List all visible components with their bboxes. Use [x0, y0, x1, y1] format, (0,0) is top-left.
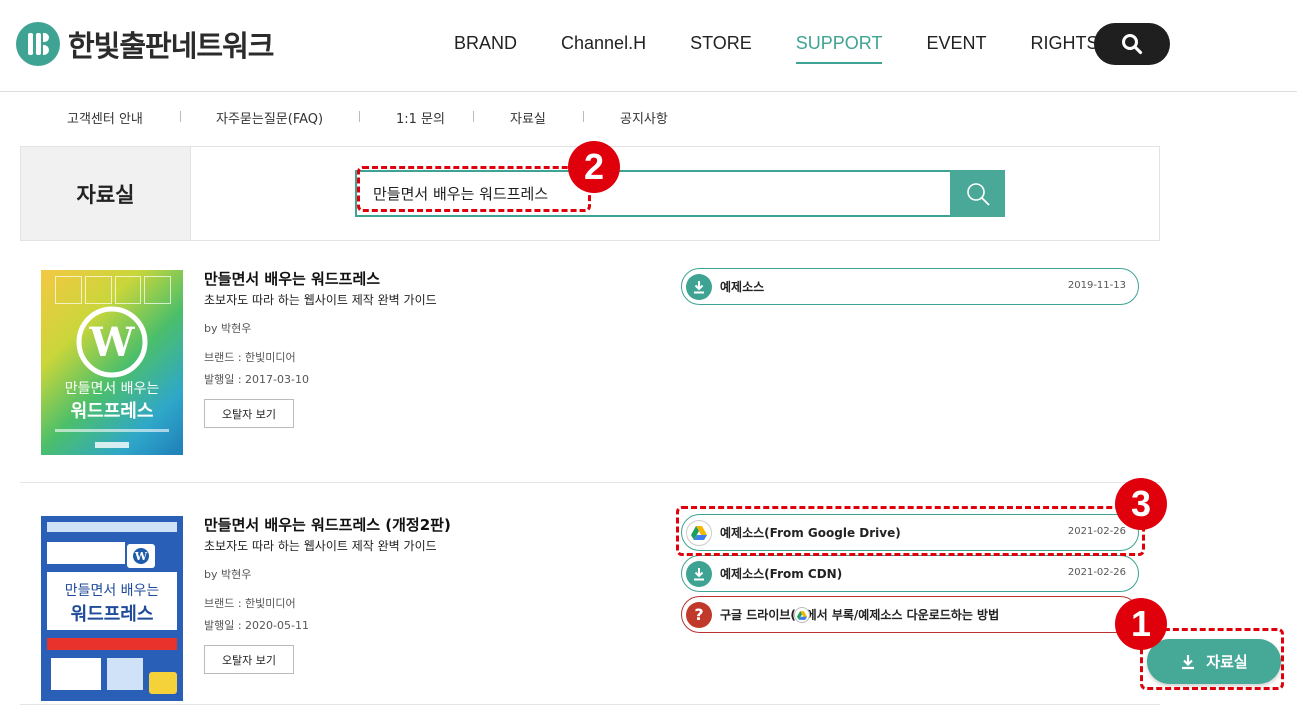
book-pub-date: 발행일 : 2020-05-11: [204, 619, 309, 632]
hanbit-logo[interactable]: 한빛출판네트워크: [16, 22, 274, 66]
download-help-label: 구글 드라이브( )에서 부록/예제소스 다운로드하는 방법: [720, 608, 1000, 622]
annotation-number-3: 3: [1115, 478, 1167, 530]
cover-decoration: [95, 442, 129, 448]
wordpress-icon: W: [127, 544, 155, 568]
cover-title-line1: 만들면서 배우는: [64, 381, 160, 397]
cover-title-line2: 워드프레스: [70, 401, 154, 422]
section-title: 자료실: [21, 147, 191, 240]
book-cover[interactable]: W 만들면서 배우는 워드프레스: [41, 516, 183, 701]
wordpress-icon: W: [76, 306, 148, 378]
nav-support[interactable]: SUPPORT: [795, 32, 883, 64]
book-subtitle: 초보자도 따라 하는 웹사이트 제작 완벽 가이드: [204, 293, 437, 307]
subnav-inquiry[interactable]: 1:1 문의: [396, 108, 445, 127]
cover-decoration: [51, 658, 101, 690]
cover-decoration: [107, 658, 143, 690]
book-brand: 브랜드 : 한빛미디어: [204, 351, 296, 364]
nav-rights[interactable]: RIGHTS: [1030, 32, 1098, 64]
nav-channel-h[interactable]: Channel.H: [561, 32, 646, 64]
main-nav: BRAND Channel.H STORE SUPPORT EVENT RIGH…: [454, 32, 1142, 64]
cover-decoration: [47, 542, 125, 564]
row-divider: [20, 704, 1160, 705]
book-pub-date: 발행일 : 2017-03-10: [204, 373, 309, 386]
annotation-highlight-search: [357, 166, 591, 212]
download-icon: [686, 273, 712, 300]
svg-text:W: W: [134, 550, 148, 563]
svg-text:W: W: [89, 319, 136, 366]
errata-button[interactable]: 오탈자 보기: [204, 645, 294, 674]
download-label: 예제소스(From CDN): [720, 567, 843, 581]
download-icon: [686, 560, 712, 587]
book-title[interactable]: 만들면서 배우는 워드프레스 (개정2판): [204, 514, 451, 535]
logo-text: 한빛출판네트워크: [68, 29, 274, 63]
search-icon: [966, 182, 990, 206]
download-item[interactable]: 예제소스 2019-11-13: [681, 268, 1139, 305]
download-date: 2021-02-26: [1067, 567, 1126, 578]
row-divider: [20, 482, 1160, 483]
cover-title-line2: 워드프레스: [70, 604, 154, 625]
book-brand: 브랜드 : 한빛미디어: [204, 597, 296, 610]
nav-brand[interactable]: BRAND: [454, 32, 517, 64]
annotation-number-1: 1: [1115, 598, 1167, 650]
cover-badge: [149, 672, 177, 694]
cover-decoration: [55, 276, 171, 304]
site-header: 한빛출판네트워크 BRAND Channel.H STORE SUPPORT E…: [0, 0, 1297, 92]
subnav-divider: [180, 111, 181, 122]
support-subnav: 고객센터 안내 자주묻는질문(FAQ) 1:1 문의 자료실 공지사항: [0, 108, 760, 128]
download-date: 2019-11-13: [1067, 280, 1126, 291]
subnav-divider: [473, 111, 474, 122]
subnav-divider: [583, 111, 584, 122]
book-author: by 박현우: [204, 322, 252, 335]
header-search-button[interactable]: [1094, 23, 1170, 65]
subnav-downloads[interactable]: 자료실: [510, 108, 546, 127]
book-subtitle: 초보자도 따라 하는 웹사이트 제작 완벽 가이드: [204, 539, 437, 553]
download-label: 예제소스: [720, 280, 765, 294]
hanbit-logo-icon: [16, 22, 60, 66]
cover-decoration: [55, 429, 169, 432]
subnav-faq[interactable]: 자주묻는질문(FAQ): [216, 108, 323, 127]
nav-store[interactable]: STORE: [690, 32, 752, 64]
search-submit-button[interactable]: [950, 170, 1005, 217]
subnav-divider: [359, 111, 360, 122]
book-author: by 박현우: [204, 568, 252, 581]
book-cover[interactable]: W 만들면서 배우는 워드프레스: [41, 270, 183, 455]
download-help-item[interactable]: ? 구글 드라이브( )에서 부록/예제소스 다운로드하는 방법: [681, 596, 1139, 633]
search-icon: [1122, 34, 1143, 55]
subnav-notice[interactable]: 공지사항: [620, 108, 668, 127]
book-title[interactable]: 만들면서 배우는 워드프레스: [204, 268, 380, 289]
nav-event[interactable]: EVENT: [926, 32, 986, 64]
download-item-cdn[interactable]: 예제소스(From CDN) 2021-02-26: [681, 555, 1139, 592]
annotation-number-2: 2: [568, 141, 620, 193]
subnav-customer-center[interactable]: 고객센터 안내: [67, 108, 143, 127]
cover-title-line1: 만들면서 배우는: [64, 583, 160, 599]
question-icon: ?: [686, 601, 712, 628]
google-drive-icon: [794, 607, 810, 623]
cover-decoration: [47, 522, 177, 532]
cover-panel: 만들면서 배우는 워드프레스: [47, 572, 177, 630]
cover-decoration: [47, 638, 177, 650]
annotation-highlight-google-drive: [676, 506, 1145, 556]
errata-button[interactable]: 오탈자 보기: [204, 399, 294, 428]
